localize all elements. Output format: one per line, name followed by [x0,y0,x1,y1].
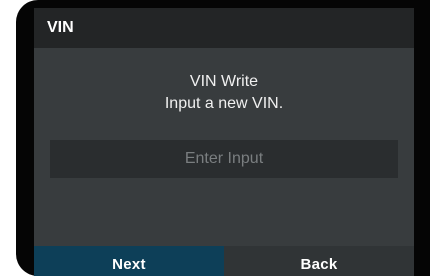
vin-input[interactable] [50,140,398,178]
dialog-prompt: Input a new VIN. [164,95,284,112]
button-row: Next Back [34,246,414,276]
next-button[interactable]: Next [34,246,224,276]
back-button[interactable]: Back [224,246,414,276]
dialog-title: VIN [47,19,74,36]
dialog-content: VIN Write Input a new VIN. [34,48,414,246]
vin-dialog: VIN VIN Write Input a new VIN. Next Back [34,8,414,276]
dialog-heading: VIN Write [189,73,259,90]
title-bar: VIN [34,8,414,48]
